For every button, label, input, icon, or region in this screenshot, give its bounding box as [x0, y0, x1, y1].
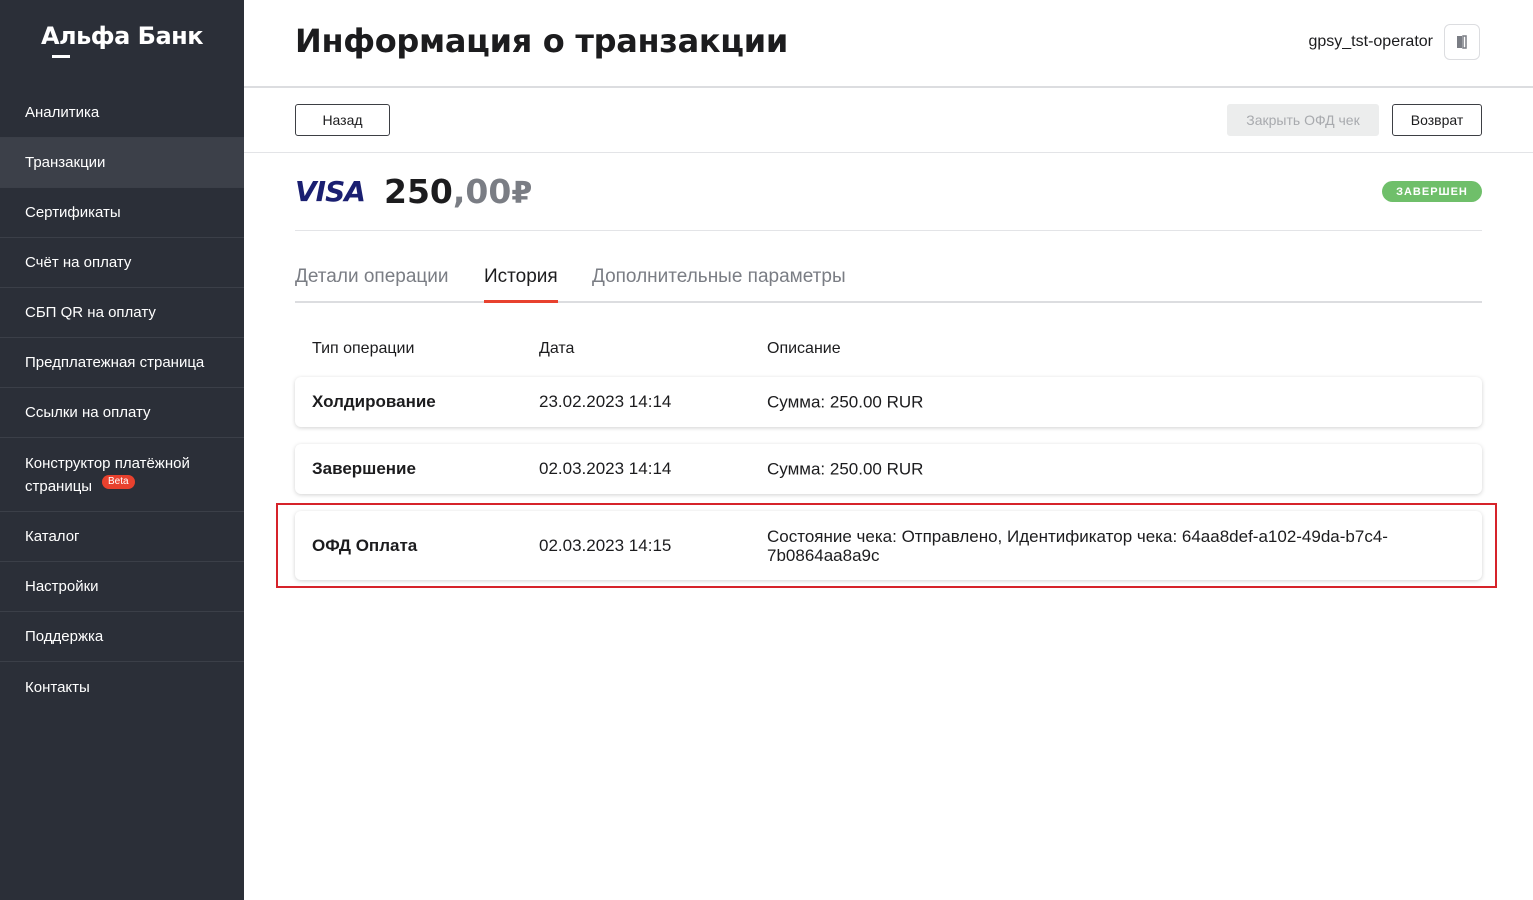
sidebar-item-label: Контакты [25, 678, 90, 696]
sidebar-item-label: Каталог [25, 528, 80, 545]
action-toolbar: Назад Закрыть ОФД чек Возврат [244, 89, 1533, 153]
sidebar-item-invoice[interactable]: Счёт на оплату [0, 238, 244, 288]
history-table-header: Тип операции Дата Описание [295, 340, 1482, 364]
page-header: Информация о транзакции gpsy_tst-operato… [244, 0, 1533, 88]
logout-icon [1457, 35, 1467, 49]
sidebar-item-label: Предплатежная страница [25, 354, 205, 371]
sidebar-item-catalog[interactable]: Каталог [0, 512, 244, 562]
sidebar-item-analytics[interactable]: Аналитика [0, 88, 244, 138]
transaction-summary: VISA 250,00₽ ЗАВЕРШЕН [295, 165, 1482, 231]
row-date: 02.03.2023 14:14 [539, 459, 672, 478]
table-row[interactable]: Завершение 02.03.2023 14:14 Сумма: 250.0… [295, 444, 1482, 494]
logout-button[interactable] [1444, 24, 1480, 60]
tab-additional-params[interactable]: Дополнительные параметры [592, 266, 846, 300]
visa-logo: VISA [295, 175, 366, 208]
row-description: Сумма: 250.00 RUR [767, 392, 924, 412]
sidebar-item-label: Ссылки на оплату [25, 404, 151, 421]
tab-operation-details[interactable]: Детали операции [295, 266, 449, 300]
sidebar-item-certificates[interactable]: Сертификаты [0, 188, 244, 238]
sidebar-item-payment-links[interactable]: Ссылки на оплату [0, 388, 244, 438]
sidebar-item-support[interactable]: Поддержка [0, 612, 244, 662]
sidebar-nav: Аналитика Транзакции Сертификаты Счёт на… [0, 88, 244, 712]
sidebar-item-settings[interactable]: Настройки [0, 562, 244, 612]
sidebar-item-label: Транзакции [25, 154, 106, 171]
sidebar-item-transactions[interactable]: Транзакции [0, 138, 244, 188]
sidebar-item-label: Поддержка [25, 628, 104, 645]
column-header-type: Тип операции [312, 340, 415, 357]
status-badge: ЗАВЕРШЕН [1382, 181, 1482, 202]
row-date: 23.02.2023 14:14 [539, 392, 672, 411]
sidebar-item-label: Аналитика [25, 104, 100, 121]
sidebar-item-prepayment-page[interactable]: Предплатежная страница [0, 338, 244, 388]
transaction-amount: 250,00₽ [384, 172, 532, 211]
sidebar-item-label: Счёт на оплату [25, 254, 132, 271]
tab-history[interactable]: История [484, 266, 558, 303]
sidebar-item-label: СБП QR на оплату [25, 304, 156, 321]
beta-badge: Beta [102, 475, 135, 489]
sidebar-item-sbp-qr[interactable]: СБП QR на оплату [0, 288, 244, 338]
row-description: Сумма: 250.00 RUR [767, 459, 924, 479]
app-window: Альфа Банк Аналитика Транзакции Сертифик… [0, 0, 1533, 900]
tab-bar: Детали операции История Дополнительные п… [295, 258, 1482, 303]
column-header-date: Дата [539, 340, 575, 357]
sidebar-item-label: Настройки [25, 578, 99, 595]
sidebar-item-page-builder[interactable]: Конструктор платёжной страницы Beta [0, 438, 244, 512]
page-title: Информация о транзакции [295, 22, 788, 60]
sidebar: Альфа Банк Аналитика Транзакции Сертифик… [0, 0, 244, 900]
logo[interactable]: Альфа Банк [0, 22, 244, 50]
sidebar-item-label: Сертификаты [25, 204, 121, 221]
username: gpsy_tst-operator [1308, 33, 1433, 50]
highlight-frame [276, 503, 1497, 588]
sidebar-item-contacts[interactable]: Контакты [0, 662, 244, 712]
table-row[interactable]: Холдирование 23.02.2023 14:14 Сумма: 250… [295, 377, 1482, 427]
column-header-description: Описание [767, 340, 841, 357]
amount-integer: 250 [384, 172, 453, 211]
currency-symbol: ₽ [511, 176, 533, 211]
amount-decimal: ,00 [452, 172, 512, 211]
row-type: Холдирование [312, 392, 436, 411]
sidebar-item-label-wrap: Конструктор платёжной страницы Beta [25, 452, 210, 498]
logo-underline [52, 55, 70, 58]
refund-button[interactable]: Возврат [1392, 104, 1482, 136]
close-ofd-receipt-button[interactable]: Закрыть ОФД чек [1227, 104, 1379, 136]
back-button[interactable]: Назад [295, 104, 390, 136]
row-type: Завершение [312, 459, 416, 478]
